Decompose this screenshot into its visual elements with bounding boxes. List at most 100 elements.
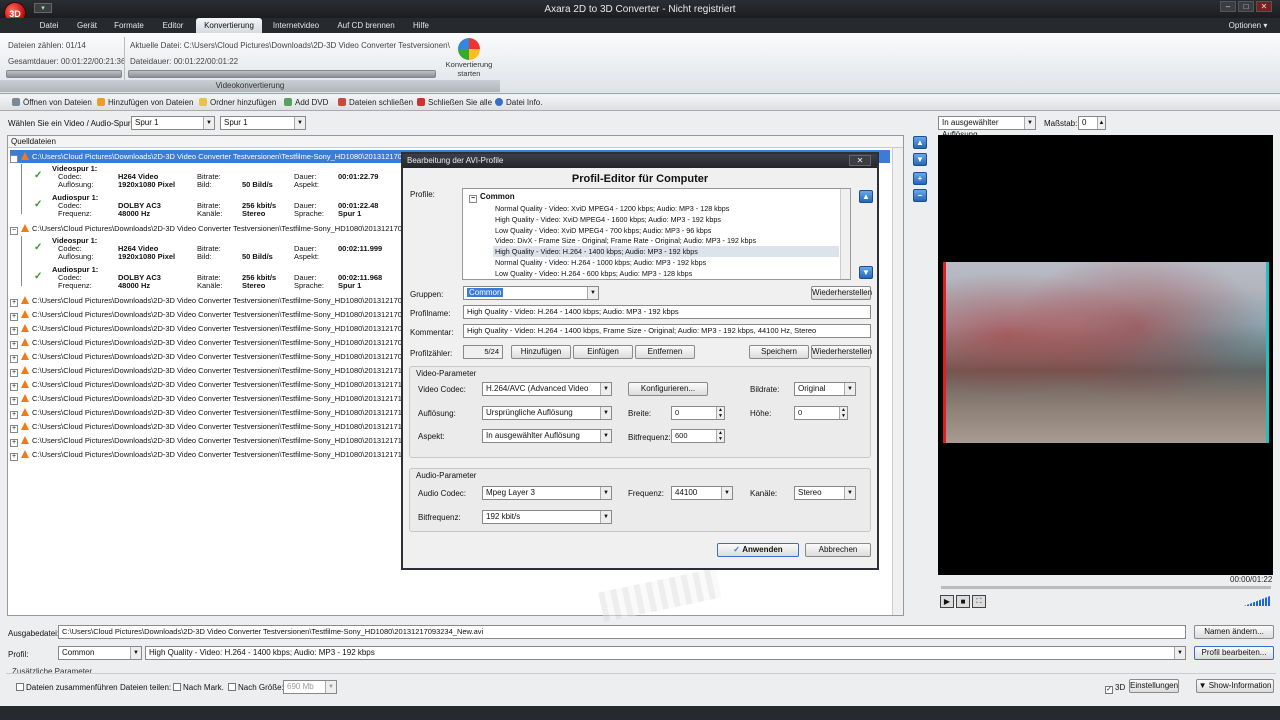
seek-bar[interactable] (941, 586, 1271, 589)
menu-hilfe[interactable]: Hilfe (404, 18, 438, 33)
menu-konvertierung[interactable]: Konvertierung (196, 18, 262, 33)
paste-profile-button[interactable]: Einfügen (573, 345, 633, 359)
quick-access-icon[interactable]: ▾ (34, 3, 52, 13)
profile-item[interactable]: Low Quality - Video: H.264 - 600 kbps; A… (493, 268, 839, 279)
expand-icon[interactable]: + (10, 341, 18, 349)
open-files-button[interactable]: Öffnen von Dateien (12, 98, 92, 107)
expand-icon[interactable]: + (10, 439, 18, 447)
res-select[interactable]: Ursprüngliche Auflösung ▼ (482, 406, 612, 420)
profile-item[interactable]: Normal Quality - Video: XviD MPEG4 - 120… (493, 203, 839, 214)
profile-item[interactable]: High Quality - Video: H.264 - 1400 kbps;… (493, 246, 839, 258)
profile-item[interactable]: Low Quality - Video: XviD MPEG4 - 700 kb… (493, 225, 839, 236)
detail-text: 50 Bild/s (242, 180, 273, 189)
height-input[interactable]: 0 ▲ ▼ (794, 406, 848, 420)
add-folder-button[interactable]: Ordner hinzufügen (199, 98, 276, 107)
remove-profile-button[interactable]: Entfernen (635, 345, 695, 359)
profile-select[interactable]: High Quality - Video: H.264 - 1400 kbps;… (145, 646, 1186, 660)
move-up-button[interactable]: ▲ (913, 136, 927, 149)
profile-item[interactable]: Normal Quality - Video: H.264 - 1000 kbp… (493, 257, 839, 268)
show-info-button[interactable]: ▼ Show-Information (1196, 679, 1274, 693)
add-profile-button[interactable]: Hinzufügen (511, 345, 571, 359)
channels-select[interactable]: Stereo ▼ (794, 486, 856, 500)
cancel-button[interactable]: Abbrechen (805, 543, 871, 557)
profile-down-button[interactable]: ▼ (859, 266, 873, 279)
move-down-button[interactable]: ▼ (913, 153, 927, 166)
tree-root[interactable]: − Common (469, 192, 515, 203)
play-button[interactable]: ▶ (940, 595, 954, 608)
menu-internetvideo[interactable]: Internetvideo (266, 18, 326, 33)
expand-button[interactable]: + (913, 172, 927, 185)
vbitfreq-input[interactable]: 600 ▲ ▼ (671, 429, 725, 443)
profile-name-field[interactable]: High Quality - Video: H.264 - 1400 kbps;… (463, 305, 871, 319)
audio-track-select[interactable]: Spur 1 ▼ (220, 116, 306, 130)
close-files-button[interactable]: Dateien schließen (338, 98, 413, 107)
add-files-button[interactable]: Hinzufügen von Dateien (97, 98, 193, 107)
framerate-select[interactable]: Original ▼ (794, 382, 856, 396)
vlc-cone-icon (21, 310, 29, 318)
groups-label: Gruppen: (410, 290, 444, 299)
edit-profile-button[interactable]: Profil bearbeiten... (1194, 646, 1274, 660)
profiles-scrollbar[interactable] (840, 189, 850, 279)
expand-icon[interactable]: + (10, 411, 18, 419)
restore-profile-button[interactable]: Wiederherstellen (811, 345, 872, 359)
by-size-checkbox[interactable]: Nach Größe: (228, 683, 284, 692)
expand-icon[interactable]: + (10, 355, 18, 363)
expand-icon[interactable]: + (10, 299, 18, 307)
start-conversion-button[interactable]: Konvertierung starten (442, 36, 496, 82)
expand-icon[interactable]: + (10, 327, 18, 335)
expand-icon[interactable]: + (10, 369, 18, 377)
scale-input[interactable]: 0 ▲ (1078, 116, 1106, 130)
vcodec-select[interactable]: H.264/AVC (Advanced Video Coding) ▼ (482, 382, 612, 396)
menu-geraet[interactable]: Gerät (70, 18, 104, 33)
comment-field[interactable]: High Quality - Video: H.264 - 1400 kbps,… (463, 324, 871, 338)
width-input[interactable]: 0 ▲ ▼ (671, 406, 725, 420)
acodec-select[interactable]: Mpeg Layer 3 ▼ (482, 486, 612, 500)
profile-up-button[interactable]: ▲ (859, 190, 873, 203)
restore-button[interactable]: Wiederherstellen (811, 286, 872, 300)
output-path-field[interactable]: C:\Users\Cloud Pictures\Downloads\2D-3D … (58, 625, 1186, 639)
menu-options[interactable]: Optionen ▾ (1220, 18, 1276, 33)
rename-button[interactable]: Namen ändern... (1194, 625, 1274, 639)
close-all-button[interactable]: Schließen Sie alle (417, 98, 492, 107)
size-select[interactable]: 690 Mb ▼ (283, 680, 337, 694)
save-profile-button[interactable]: Speichern (749, 345, 809, 359)
apply-button[interactable]: ✓ Anwenden (717, 543, 799, 557)
fullscreen-button[interactable]: ⛶ (972, 595, 986, 608)
maximize-button[interactable]: □ (1238, 1, 1254, 12)
detail-text: Stereo (242, 209, 266, 218)
expand-icon[interactable]: + (10, 453, 18, 461)
3d-checkbox[interactable]: ✓ 3D (1105, 683, 1125, 694)
groups-select[interactable]: Common ▼ (463, 286, 599, 300)
configure-button[interactable]: Konfigurieren... (628, 382, 708, 396)
preview-mode-select[interactable]: In ausgewählter Auflösung▼ (938, 116, 1036, 139)
collapse-button[interactable]: − (913, 189, 927, 202)
collapse-icon[interactable]: − (10, 155, 18, 163)
menu-formate[interactable]: Formate (108, 18, 150, 33)
collapse-icon[interactable]: − (10, 227, 18, 235)
volume-icon[interactable] (1244, 596, 1270, 606)
abitfreq-select[interactable]: 192 kbit/s ▼ (482, 510, 612, 524)
by-mark-checkbox[interactable]: Nach Mark. (173, 683, 224, 692)
profile-item[interactable]: High Quality - Video: XviD MPEG4 - 1600 … (493, 214, 839, 225)
expand-icon[interactable]: + (10, 383, 18, 391)
file-list-scrollbar[interactable] (892, 148, 903, 615)
video-track-select[interactable]: Spur 1 ▼ (131, 116, 215, 130)
close-button[interactable]: ✕ (1256, 1, 1272, 12)
minimize-button[interactable]: – (1220, 1, 1236, 12)
expand-icon[interactable]: + (10, 397, 18, 405)
profile-item[interactable]: Video: DivX - Frame Size - Original; Fra… (493, 235, 839, 246)
file-info-button[interactable]: Datei Info. (495, 98, 542, 107)
settings-button[interactable]: Einstellungen (1129, 679, 1179, 693)
freq-select[interactable]: 44100 ▼ (671, 486, 733, 500)
add-dvd-button[interactable]: Add DVD (284, 98, 328, 107)
merge-checkbox[interactable]: Dateien zusammenführen (16, 683, 118, 692)
profile-group-select[interactable]: Common ▼ (58, 646, 142, 660)
expand-icon[interactable]: + (10, 313, 18, 321)
aspect-select[interactable]: In ausgewählter Auflösung schreiben ▼ (482, 429, 612, 443)
stop-button[interactable]: ■ (956, 595, 970, 608)
menu-datei[interactable]: Datei (34, 18, 64, 33)
expand-icon[interactable]: + (10, 425, 18, 433)
menu-cd-brennen[interactable]: Auf CD brennen (332, 18, 400, 33)
menu-editor[interactable]: Editor (155, 18, 191, 33)
dialog-close-button[interactable]: ✕ (849, 155, 871, 166)
